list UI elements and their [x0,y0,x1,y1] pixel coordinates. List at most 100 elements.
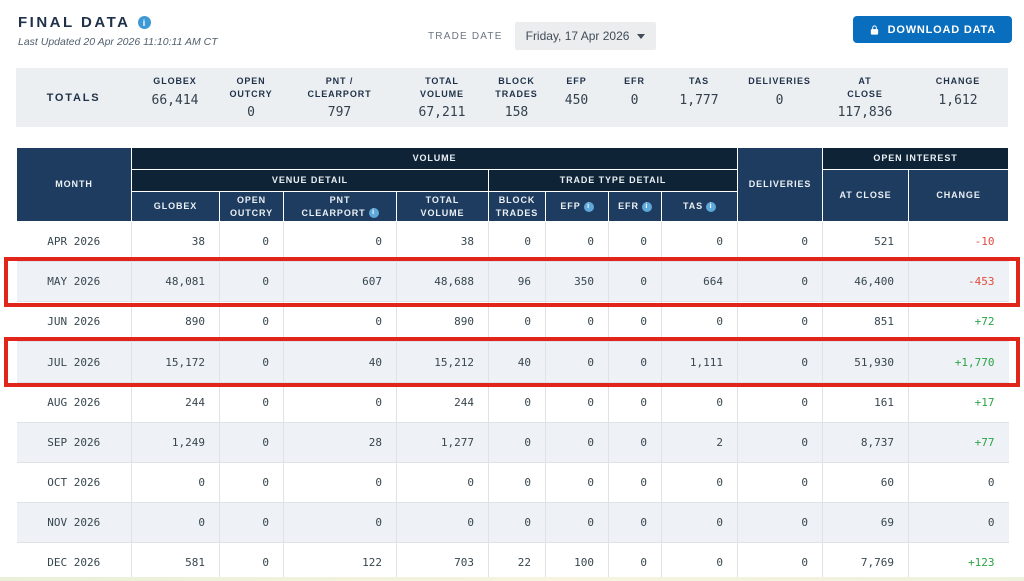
info-icon[interactable]: i [138,16,151,29]
value-cell: 0 [546,342,609,382]
value-cell: 0 [220,302,284,342]
value-cell: 0 [284,382,397,422]
page-title: FINAL DATA [18,14,131,31]
value-cell: 0 [662,502,738,542]
month-cell: DEC 2026 [17,542,132,581]
change-cell: 0 [909,462,1009,502]
change-cell: +17 [909,382,1009,422]
totals-column-label: TOTALVOLUME [396,75,488,99]
month-cell: MAY 2026 [17,262,132,302]
value-cell: 48,081 [132,262,220,302]
change-cell: +123 [909,542,1009,581]
value-cell: 69 [823,502,909,542]
month-cell: NOV 2026 [17,502,132,542]
value-cell: 890 [132,302,220,342]
value-cell: 0 [220,462,284,502]
value-cell: 0 [738,502,823,542]
table-row: JUN 20268900089000000851+72 [17,302,1009,342]
trade-type-detail-header: TRADE TYPE DETAIL [489,170,738,192]
value-cell: 0 [738,542,823,581]
venue-detail-header: VENUE DETAIL [132,170,489,192]
volume-group-header: VOLUME [132,148,738,170]
last-updated: Last Updated 20 Apr 2026 11:10:11 AM CT [18,36,218,48]
totals-column-label: OPENOUTCRY [219,75,283,99]
value-cell: 0 [489,222,546,262]
totals-column-value: 158 [488,105,545,120]
info-icon[interactable]: i [584,202,594,212]
totals-label: TOTALS [16,92,131,104]
info-icon[interactable]: i [369,208,379,218]
value-cell: 0 [397,502,489,542]
change-cell: -10 [909,222,1009,262]
value-cell: 0 [662,542,738,581]
value-cell: 0 [546,462,609,502]
totals-column-value: 66,414 [131,93,219,108]
value-cell: 0 [220,222,284,262]
download-data-button[interactable]: DOWNLOAD DATA [853,16,1012,43]
download-data-label: DOWNLOAD DATA [888,24,996,36]
value-cell: 8,737 [823,422,909,462]
table-row: JUL 202615,17204015,21240001,111051,930+… [17,342,1009,382]
column-header-total-volume: TOTALVOLUME [397,192,489,222]
totals-column: DELIVERIES0 [737,75,822,119]
value-cell: 0 [738,302,823,342]
value-cell: 0 [609,382,662,422]
value-cell: 0 [546,302,609,342]
column-header-globex: GLOBEX [132,192,220,222]
value-cell: 664 [662,262,738,302]
month-cell: SEP 2026 [17,422,132,462]
totals-column: EFP450 [545,75,608,119]
value-cell: 0 [132,462,220,502]
value-cell: 122 [284,542,397,581]
value-cell: 521 [823,222,909,262]
table-row: AUG 20262440024400000161+17 [17,382,1009,422]
column-header-pnt-clearport: PNTCLEARPORTi [284,192,397,222]
value-cell: 40 [489,342,546,382]
value-cell: 22 [489,542,546,581]
table-row: NOV 2026000000000690 [17,502,1009,542]
table-row: DEC 20265810122703221000007,769+123 [17,542,1009,581]
totals-column-label: PNT /CLEARPORT [283,75,396,99]
value-cell: 0 [662,302,738,342]
trade-date-control: TRADE DATE Friday, 17 Apr 2026 [428,22,656,50]
value-cell: 0 [546,222,609,262]
value-cell: 0 [489,422,546,462]
value-cell: 851 [823,302,909,342]
info-icon[interactable]: i [642,202,652,212]
value-cell: 0 [609,262,662,302]
totals-column-label: EFP [545,75,608,87]
totals-column-label: BLOCKTRADES [488,75,545,99]
value-cell: 0 [220,382,284,422]
value-cell: 15,212 [397,342,489,382]
deliveries-column-header: DELIVERIES [738,148,823,222]
change-cell: +72 [909,302,1009,342]
totals-column-label: TAS [661,75,737,87]
value-cell: 38 [397,222,489,262]
month-column-header: MONTH [17,148,132,222]
value-cell: 0 [609,302,662,342]
value-cell: 0 [609,462,662,502]
trade-date-dropdown[interactable]: Friday, 17 Apr 2026 [515,22,657,50]
value-cell: 350 [546,262,609,302]
value-cell: 40 [284,342,397,382]
value-cell: 0 [284,302,397,342]
value-cell: 0 [738,422,823,462]
value-cell: 0 [546,382,609,422]
value-cell: 0 [284,222,397,262]
value-cell: 0 [220,422,284,462]
value-cell: 890 [397,302,489,342]
value-cell: 0 [609,422,662,462]
value-cell: 0 [489,462,546,502]
value-cell: 28 [284,422,397,462]
value-cell: 0 [662,222,738,262]
totals-column-value: 1,777 [661,93,737,108]
value-cell: 0 [284,502,397,542]
value-cell: 0 [489,302,546,342]
totals-column-value: 797 [283,105,396,120]
totals-bar: TOTALS GLOBEX66,414OPENOUTCRY0PNT /CLEAR… [16,68,1008,127]
value-cell: 0 [609,342,662,382]
totals-column: OPENOUTCRY0 [219,75,283,119]
table-row: SEP 20261,2490281,277000208,737+77 [17,422,1009,462]
value-cell: 244 [132,382,220,422]
info-icon[interactable]: i [706,202,716,212]
